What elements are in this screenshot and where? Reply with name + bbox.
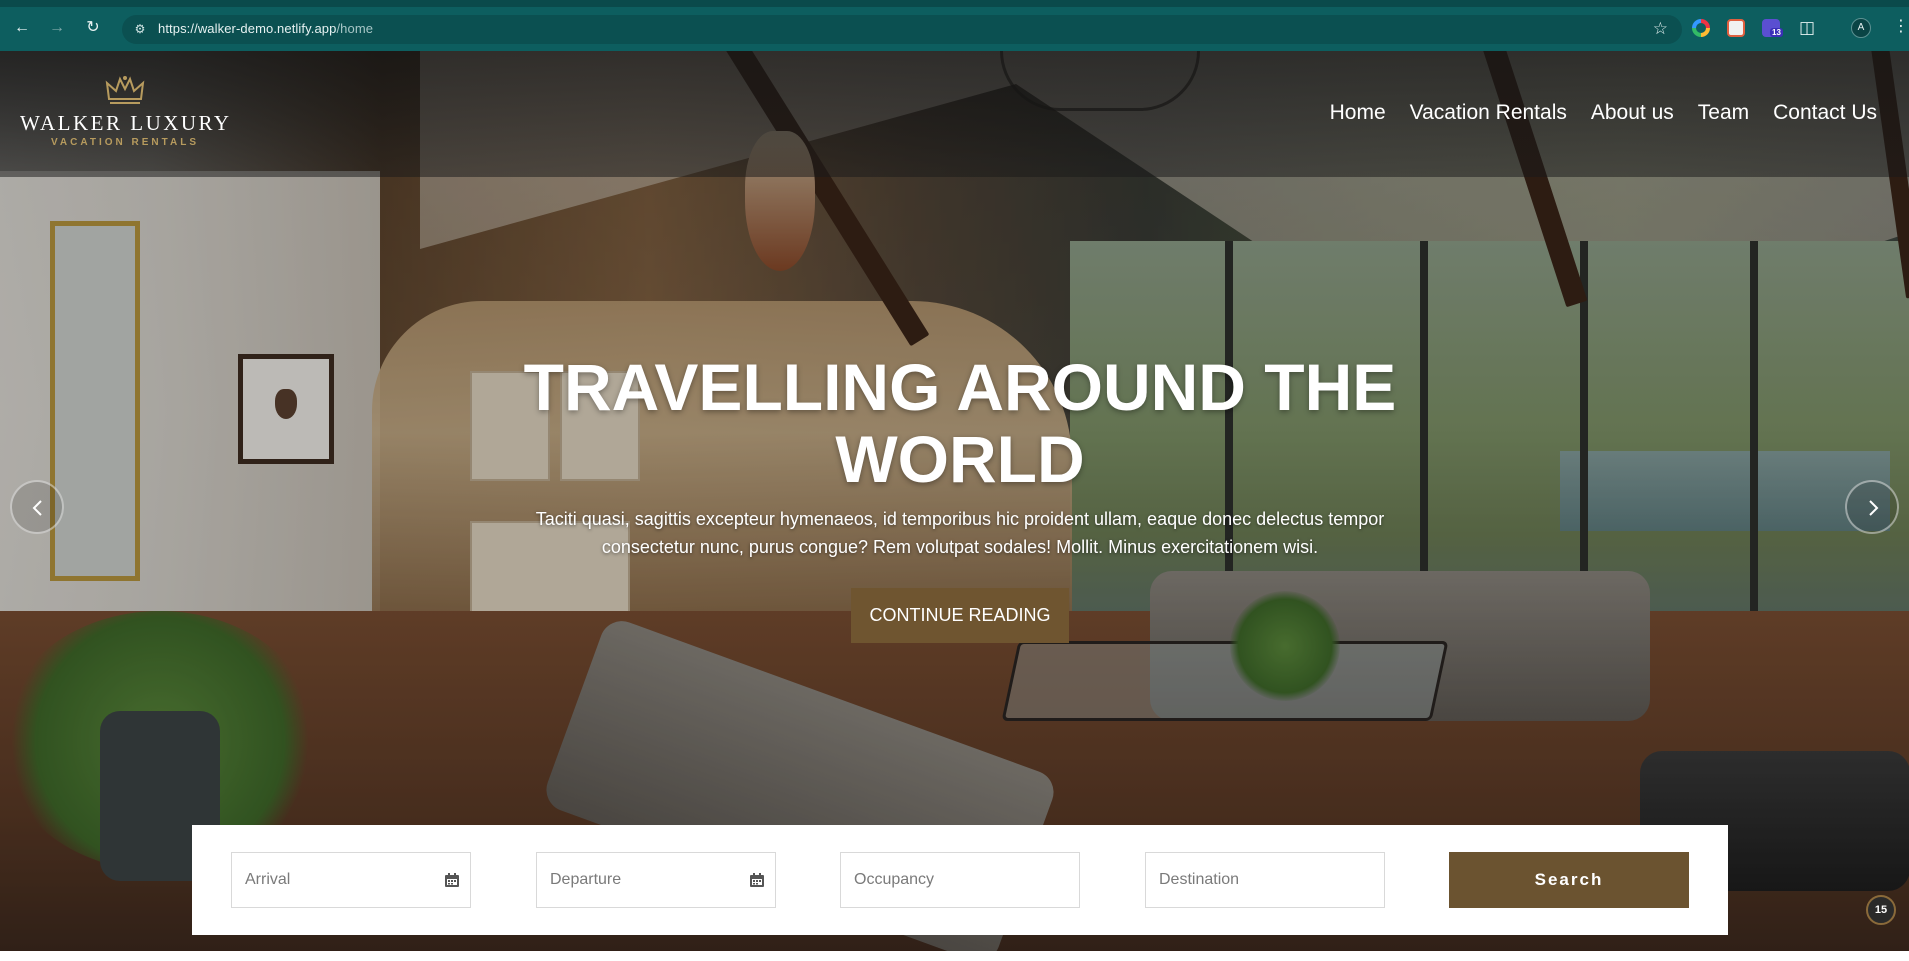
search-button[interactable]: Search xyxy=(1449,852,1689,908)
departure-field xyxy=(536,852,776,908)
url-host: https://walker-demo.netlify.app xyxy=(158,21,337,36)
site-info-icon[interactable]: ⚙ xyxy=(132,21,148,37)
page: WALKER LUXURY VACATION RENTALS Home Vaca… xyxy=(0,51,1909,961)
calendar-icon[interactable] xyxy=(749,872,765,888)
destination-input[interactable] xyxy=(1146,853,1384,907)
nav-home[interactable]: Home xyxy=(1330,101,1386,125)
extensions-icon[interactable]: ◫ xyxy=(1798,19,1816,37)
nav-about-us[interactable]: About us xyxy=(1591,101,1674,125)
calendar-icon[interactable] xyxy=(444,872,460,888)
extension-badge: 13 xyxy=(1770,28,1783,37)
slider-prev-button[interactable] xyxy=(10,480,64,534)
main-nav: Home Vacation Rentals About us Team Cont… xyxy=(1330,101,1877,125)
extension-calendar-icon[interactable] xyxy=(1727,19,1745,37)
logo-tagline: VACATION RENTALS xyxy=(51,137,199,148)
occupancy-input[interactable] xyxy=(841,853,1079,907)
destination-field xyxy=(1145,852,1385,908)
profile-avatar[interactable]: A xyxy=(1851,18,1871,38)
browser-toolbar: ← → ↻ ⚙ https://walker-demo.netlify.app/… xyxy=(0,0,1909,51)
hero-title: TRAVELLING AROUND THE WORLD xyxy=(523,350,1397,496)
arrival-input[interactable] xyxy=(232,853,470,907)
chevron-right-icon xyxy=(1869,500,1879,516)
back-icon[interactable]: ← xyxy=(11,17,33,39)
nav-vacation-rentals[interactable]: Vacation Rentals xyxy=(1410,101,1567,125)
arrival-field xyxy=(231,852,471,908)
logo-name: WALKER LUXURY xyxy=(20,111,232,135)
chevron-left-icon xyxy=(32,500,42,516)
slider-next-button[interactable] xyxy=(1845,480,1899,534)
hero-slider: WALKER LUXURY VACATION RENTALS Home Vaca… xyxy=(0,51,1909,951)
hero-description: Taciti quasi, sagittis excepteur hymenae… xyxy=(535,509,1385,557)
bookmark-star-icon[interactable]: ☆ xyxy=(1653,19,1668,39)
extension-color-icon[interactable] xyxy=(1692,19,1710,37)
site-logo[interactable]: WALKER LUXURY VACATION RENTALS xyxy=(20,75,230,163)
nav-team[interactable]: Team xyxy=(1698,101,1749,125)
address-bar[interactable]: ⚙ https://walker-demo.netlify.app/home ☆ xyxy=(122,15,1682,44)
nav-contact-us[interactable]: Contact Us xyxy=(1773,101,1877,125)
extension-s-icon[interactable]: 13 xyxy=(1762,19,1783,37)
continue-reading-button[interactable]: CONTINUE READING xyxy=(851,588,1069,643)
more-menu-icon[interactable]: ⋮ xyxy=(1893,18,1909,36)
departure-input[interactable] xyxy=(537,853,775,907)
chat-widget-button[interactable]: 15 xyxy=(1866,895,1896,925)
forward-icon[interactable]: → xyxy=(46,17,68,39)
tab-strip xyxy=(0,3,1909,7)
occupancy-field xyxy=(840,852,1080,908)
reload-icon[interactable]: ↻ xyxy=(82,17,104,39)
crown-logo-icon xyxy=(105,76,145,104)
url-text[interactable]: https://walker-demo.netlify.app/home xyxy=(158,21,373,36)
url-path: /home xyxy=(336,21,374,36)
booking-search-bar: Search xyxy=(192,825,1728,935)
